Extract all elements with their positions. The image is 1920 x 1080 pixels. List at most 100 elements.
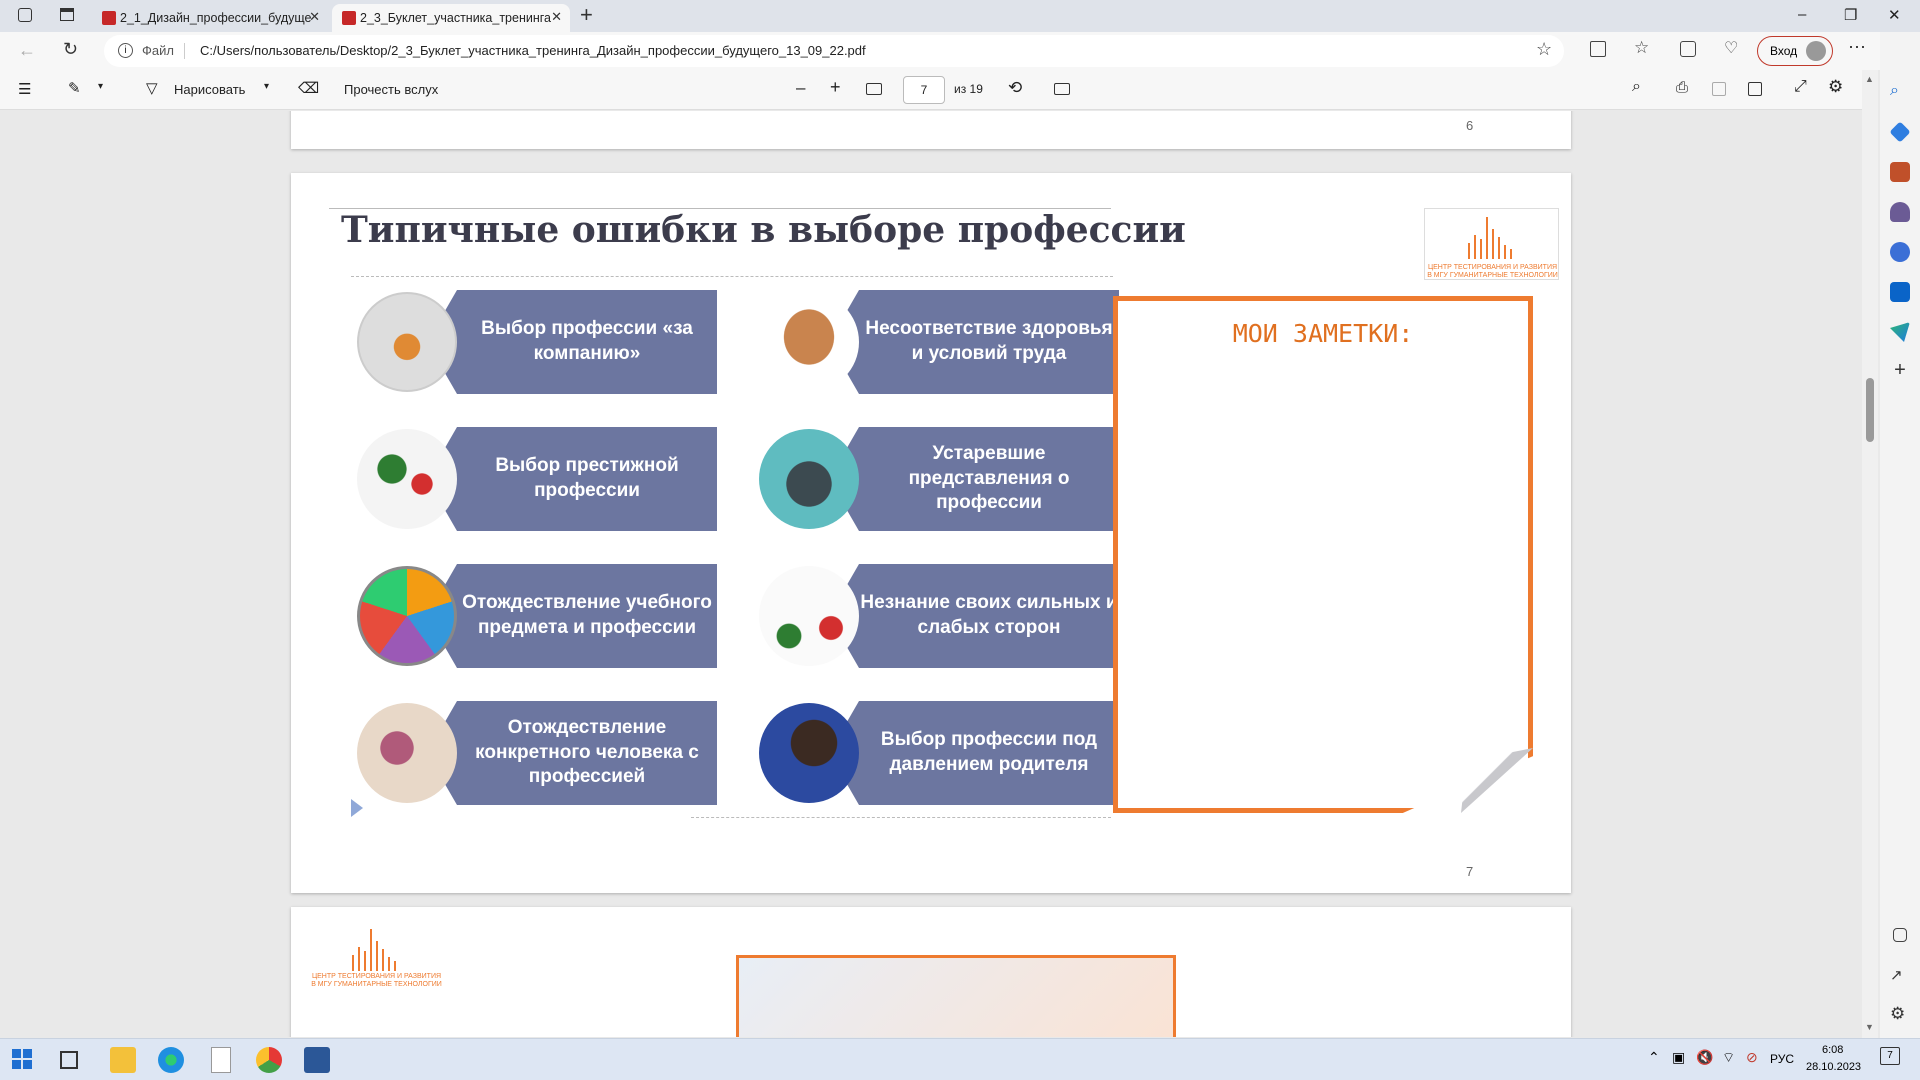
mistake-card: Несоответствие здоровья и условий труда: [759, 290, 1119, 394]
pdf-viewer[interactable]: 6 Типичные ошибки в выборе профессии ЦЕН…: [0, 111, 1862, 1037]
pdf-icon: [342, 11, 356, 25]
tab-pdf-1[interactable]: 2_1_Дизайн_профессии_будуще ✕: [92, 4, 328, 32]
tab-strip: 2_1_Дизайн_профессии_будуще ✕ 2_3_Буклет…: [0, 0, 1920, 32]
read-aloud-button[interactable]: Прочесть вслух: [344, 82, 438, 97]
close-icon[interactable]: ✕: [309, 9, 320, 25]
close-window-icon[interactable]: ✕: [1888, 6, 1901, 24]
info-icon: i: [118, 43, 133, 58]
fit-page-icon[interactable]: [866, 83, 882, 95]
rotate-icon[interactable]: ⟲: [1008, 78, 1022, 98]
frame-box: [736, 955, 1176, 1037]
clock-time[interactable]: 6:08: [1822, 1044, 1843, 1056]
add-icon[interactable]: +: [1890, 360, 1910, 380]
draw-icon[interactable]: ▽: [146, 79, 158, 97]
draw-button[interactable]: Нарисовать: [174, 82, 245, 97]
sidebar-settings-icon[interactable]: ⚙: [1890, 1004, 1910, 1024]
security-icon[interactable]: ⊘: [1746, 1049, 1758, 1066]
more-menu-icon[interactable]: ⋯: [1848, 37, 1866, 58]
logo-text: ЦЕНТР ТЕСТИРОВАНИЯ И РАЗВИТИЯ В МГУ ГУМА…: [1427, 264, 1558, 279]
collections-icon[interactable]: [1680, 41, 1696, 57]
split-screen-icon[interactable]: [1590, 41, 1606, 57]
pdf-page-8: ЦЕНТР ТЕСТИРОВАНИЯ И РАЗВИТИЯ В МГУ ГУМА…: [291, 907, 1571, 1037]
card-text: Выбор профессии под давлением родителя: [880, 729, 1098, 775]
search-icon[interactable]: ⌕: [1890, 82, 1910, 102]
contents-icon[interactable]: ☰: [18, 80, 31, 98]
microsoft-365-icon[interactable]: [1890, 242, 1910, 262]
file-explorer-icon[interactable]: [110, 1047, 136, 1073]
notifications-icon[interactable]: 7: [1880, 1047, 1900, 1065]
scroll-down-icon[interactable]: ▼: [1865, 1022, 1874, 1032]
highlight-icon[interactable]: ✎: [68, 79, 81, 97]
muscle-arm-icon: [759, 292, 859, 392]
volume-muted-icon[interactable]: 🔇: [1696, 1049, 1713, 1066]
sidebar-layout-icon[interactable]: [1893, 928, 1907, 942]
signin-button[interactable]: Вход: [1757, 36, 1833, 66]
chevron-down-icon[interactable]: ▾: [98, 81, 103, 92]
fullscreen-icon[interactable]: ⤢: [1794, 78, 1807, 96]
windows-start-icon[interactable]: [12, 1049, 32, 1069]
url-field[interactable]: i Файл C:/Users/пользователь/Desktop/2_3…: [104, 35, 1564, 67]
avatar: [1806, 41, 1826, 61]
zoom-out-icon[interactable]: –: [796, 78, 805, 98]
back-icon[interactable]: ←: [18, 40, 36, 61]
tools-icon[interactable]: [1890, 162, 1910, 182]
address-bar: ← ↻ i Файл C:/Users/пользователь/Desktop…: [0, 32, 1920, 70]
notepad-icon[interactable]: [211, 1047, 231, 1073]
tab-label: 2_3_Буклет_участника_тренинга: [360, 11, 551, 25]
logo: ЦЕНТР ТЕСТИРОВАНИЯ И РАЗВИТИЯ В МГУ ГУМА…: [1424, 208, 1559, 280]
print-icon[interactable]: ⎙: [1676, 79, 1688, 96]
scrollbar-thumb[interactable]: [1866, 378, 1874, 442]
logo-bars-icon: [352, 929, 396, 971]
logo: ЦЕНТР ТЕСТИРОВАНИЯ И РАЗВИТИЯ В МГУ ГУМА…: [309, 925, 444, 988]
scroll-up-icon[interactable]: ▲: [1865, 74, 1874, 84]
restore-icon[interactable]: ❐: [1844, 6, 1857, 24]
signin-label: Вход: [1770, 44, 1798, 58]
page-title: Типичные ошибки в выборе профессии: [341, 209, 1186, 251]
eraser-icon[interactable]: ⌫: [298, 79, 319, 97]
bottom-dashed-line: [691, 817, 1111, 818]
zoom-in-icon[interactable]: +: [830, 77, 841, 98]
minimize-icon[interactable]: –: [1798, 6, 1806, 23]
chevron-down-icon[interactable]: ▾: [264, 81, 269, 92]
logo-text: ЦЕНТР ТЕСТИРОВАНИЯ И РАЗВИТИЯ В МГУ ГУМА…: [311, 973, 442, 988]
favorite-star-icon[interactable]: ☆: [1536, 39, 1552, 60]
task-view-icon[interactable]: [60, 1051, 78, 1069]
settings-icon[interactable]: ⚙: [1828, 77, 1843, 97]
word-icon[interactable]: [304, 1047, 330, 1073]
save-icon[interactable]: [1712, 82, 1726, 96]
shopping-icon[interactable]: [1889, 121, 1911, 143]
language-indicator[interactable]: РУС: [1770, 1052, 1794, 1066]
page-view-icon[interactable]: [1054, 83, 1070, 95]
people-group-icon: [357, 292, 457, 392]
parent-child-icon: [759, 703, 859, 803]
scrollbar[interactable]: ▲ ▼: [1862, 70, 1878, 1038]
tab-pdf-2[interactable]: 2_3_Буклет_участника_тренинга ✕: [332, 4, 570, 32]
page-number: 7: [1466, 864, 1474, 879]
refresh-icon[interactable]: ↻: [63, 39, 78, 60]
page-number-input[interactable]: 7: [903, 76, 945, 104]
show-hidden-icons-icon[interactable]: ⌃: [1648, 1049, 1660, 1066]
close-icon[interactable]: ✕: [551, 9, 562, 25]
games-icon[interactable]: [1890, 202, 1910, 222]
edge-icon[interactable]: [158, 1047, 184, 1073]
open-external-icon[interactable]: ↗: [1890, 966, 1910, 986]
workspaces-icon[interactable]: [18, 8, 32, 22]
clock-date[interactable]: 28.10.2023: [1806, 1061, 1861, 1073]
save-as-icon[interactable]: [1748, 82, 1762, 96]
favorites-icon[interactable]: ☆: [1634, 38, 1649, 58]
scales-icon: [759, 566, 859, 666]
card-text: Отождествление конкретного человека с пр…: [475, 716, 699, 788]
tab-actions-icon[interactable]: [60, 8, 74, 21]
chrome-icon[interactable]: [256, 1047, 282, 1073]
notes-box: МОИ ЗАМЕТКИ:: [1113, 296, 1533, 813]
pdf-page-7: Типичные ошибки в выборе профессии ЦЕНТР…: [291, 173, 1571, 893]
meet-now-icon[interactable]: ▣: [1672, 1049, 1685, 1066]
new-tab-button[interactable]: +: [580, 2, 593, 28]
drop-icon[interactable]: [1890, 322, 1910, 342]
browser-essentials-icon[interactable]: ♡: [1724, 38, 1738, 58]
search-icon[interactable]: ⌕: [1632, 78, 1641, 96]
wifi-icon[interactable]: ⌔: [1722, 1049, 1735, 1067]
mistake-card: Выбор престижной профессии: [357, 427, 717, 531]
outlook-icon[interactable]: [1890, 282, 1910, 302]
windows-taskbar: ⌃ ▣ 🔇 ⌔ ⊘ РУС 6:08 28.10.2023 7: [0, 1038, 1920, 1080]
